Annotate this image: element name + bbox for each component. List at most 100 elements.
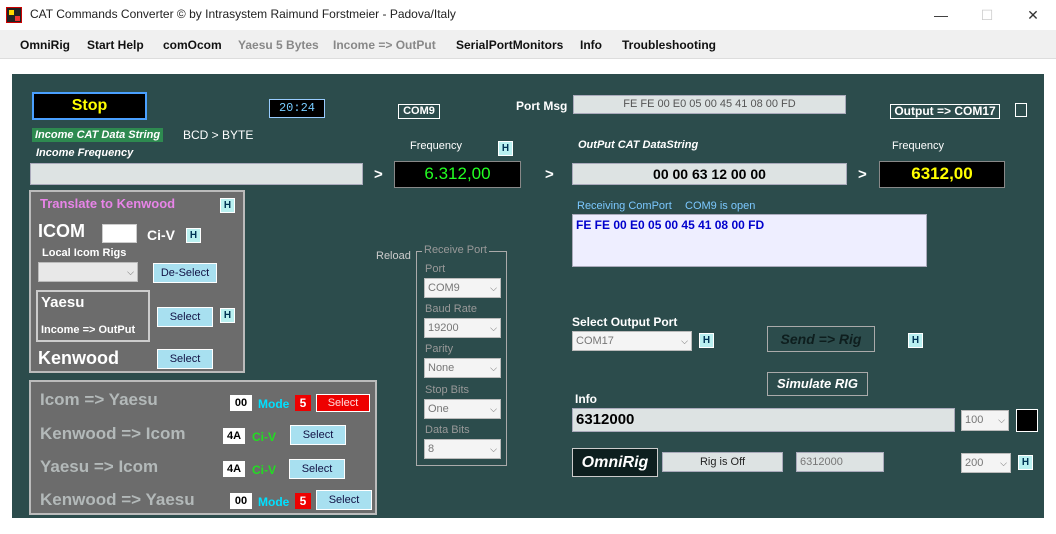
chevron-down-icon: ⌵ [490, 444, 497, 454]
output-port-combo[interactable]: COM17 ⌵ [572, 331, 692, 351]
kenwood-to-icom-label: Kenwood => Icom [40, 424, 186, 443]
output-data-string-field: 00 00 63 12 00 00 [572, 163, 847, 185]
receive-port-title: Receive Port [422, 244, 489, 256]
yaesu-h-button[interactable]: H [220, 308, 235, 323]
local-icom-rigs-combo[interactable]: ⌵ [38, 262, 138, 282]
menu-yaesu-5-bytes[interactable]: Yaesu 5 Bytes [238, 38, 319, 52]
income-data-string-label: Income CAT Data String [32, 128, 164, 142]
icom-to-yaesu-label: Icom => Yaesu [40, 390, 158, 409]
yaesu-select-button[interactable]: Select [157, 307, 213, 327]
baud-rate-label: Baud Rate [425, 303, 477, 315]
rig-frequency-field: 6312000 [796, 452, 884, 472]
info-label: Info [575, 392, 597, 406]
stop-button[interactable]: Stop [32, 92, 147, 120]
kenwood-to-yaesu-mode: Mode [258, 495, 290, 509]
app-icon [6, 7, 22, 23]
income-output-label: Income => OutPut [41, 324, 136, 336]
arrow-2: > [545, 166, 554, 183]
menu-serial-port-monitors[interactable]: SerialPortMonitors [456, 38, 563, 52]
icom-to-yaesu-mode-number: 5 [295, 395, 311, 411]
chevron-down-icon: ⌵ [490, 404, 497, 414]
civ-label: Ci-V [147, 227, 175, 243]
bcd-byte-label: BCD > BYTE [183, 128, 254, 142]
yaesu-label: Yaesu [41, 294, 85, 311]
omnirig-h-button[interactable]: H [1018, 455, 1033, 470]
stop-bits-label: Stop Bits [425, 384, 470, 396]
icom-h-button[interactable]: H [186, 228, 201, 243]
chevron-down-icon: ⌵ [127, 267, 134, 277]
output-frequency-display: 6312,00 [879, 161, 1005, 188]
kenwood-select-button[interactable]: Select [157, 349, 213, 369]
translate-h-button[interactable]: H [220, 198, 235, 213]
color-indicator [1016, 409, 1038, 432]
stop-bits-combo[interactable]: One ⌵ [424, 399, 501, 419]
income-frequency-caption: Frequency [410, 140, 462, 152]
data-bits-label: Data Bits [425, 424, 470, 436]
menu-bar: OmniRig Start Help comOcom Yaesu 5 Bytes… [0, 30, 1056, 59]
combo-200[interactable]: 200 ⌵ [961, 453, 1011, 473]
data-bits-combo[interactable]: 8 ⌵ [424, 439, 501, 459]
output-port-h-button[interactable]: H [699, 333, 714, 348]
menu-comocom[interactable]: comOcom [163, 38, 222, 52]
port-msg-label: Port Msg [516, 99, 568, 113]
icom-to-yaesu-code: 00 [230, 395, 252, 411]
maximize-button[interactable]: ☐ [964, 0, 1010, 30]
yaesu-to-icom-mode: Ci-V [252, 463, 276, 477]
omnirig-button[interactable]: OmniRig [572, 448, 658, 477]
kenwood-to-icom-code: 4A [223, 428, 245, 444]
kenwood-to-icom-mode: Ci-V [252, 430, 276, 444]
port-label: Port [425, 263, 446, 275]
reload-label[interactable]: Reload [376, 250, 411, 262]
received-messages-box[interactable]: FE FE 00 E0 05 00 45 41 08 00 FD [572, 214, 927, 267]
kenwood-to-yaesu-code: 00 [230, 493, 252, 509]
send-h-button[interactable]: H [908, 333, 923, 348]
output-com-label: Output => COM17 [890, 104, 1000, 119]
menu-omnirig[interactable]: OmniRig [20, 38, 70, 52]
parity-combo[interactable]: None ⌵ [424, 358, 501, 378]
deselect-button[interactable]: De-Select [153, 263, 217, 283]
parity-label: Parity [425, 343, 454, 355]
simulate-rig-button[interactable]: Simulate RIG [767, 372, 868, 396]
icom-label: ICOM [38, 221, 85, 241]
civ-address-input[interactable] [102, 224, 137, 243]
menu-start-help[interactable]: Start Help [87, 38, 144, 52]
yaesu-to-icom-select-button[interactable]: Select [289, 459, 345, 479]
minimize-button[interactable]: — [918, 0, 964, 30]
input-com-label: COM9 [398, 104, 440, 119]
combo-100[interactable]: 100 ⌵ [961, 410, 1009, 431]
kenwood-label: Kenwood [38, 348, 119, 368]
chevron-down-icon: ⌵ [490, 323, 497, 333]
income-frequency-label: Income Frequency [36, 147, 134, 159]
rig-status-field: Rig is Off [662, 452, 783, 472]
chevron-down-icon: ⌵ [490, 363, 497, 373]
port-combo[interactable]: COM9 ⌵ [424, 278, 501, 298]
icom-to-yaesu-select-button[interactable]: Select [316, 394, 370, 412]
menu-troubleshooting[interactable]: Troubleshooting [622, 38, 716, 52]
income-h-button[interactable]: H [498, 141, 513, 156]
menu-info[interactable]: Info [580, 38, 602, 52]
income-frequency-display: 6.312,00 [394, 161, 521, 188]
income-data-field[interactable] [30, 163, 363, 185]
icom-to-yaesu-mode: Mode [258, 397, 290, 411]
arrow-1: > [374, 166, 383, 183]
title-bar: CAT Commands Converter © by Intrasystem … [0, 0, 1056, 30]
output-checkbox[interactable] [1015, 103, 1027, 117]
select-output-port-label: Select Output Port [572, 315, 678, 329]
close-button[interactable]: ✕ [1010, 0, 1056, 30]
kenwood-to-yaesu-select-button[interactable]: Select [316, 490, 372, 510]
window-title: CAT Commands Converter © by Intrasystem … [30, 7, 456, 21]
port-msg-field: FE FE 00 E0 05 00 45 41 08 00 FD [573, 95, 846, 114]
translate-title: Translate to Kenwood [40, 196, 176, 211]
menu-income-output[interactable]: Income => OutPut [333, 38, 436, 52]
send-to-rig-button[interactable]: Send => Rig [767, 326, 875, 352]
output-data-string-label: OutPut CAT DataString [578, 139, 699, 151]
baud-rate-combo[interactable]: 19200 ⌵ [424, 318, 501, 338]
kenwood-to-icom-select-button[interactable]: Select [290, 425, 346, 445]
chevron-down-icon: ⌵ [1000, 458, 1007, 468]
chevron-down-icon: ⌵ [998, 415, 1005, 425]
local-icom-rigs-label: Local Icom Rigs [42, 247, 127, 259]
yaesu-to-icom-label: Yaesu => Icom [40, 457, 159, 476]
kenwood-to-yaesu-label: Kenwood => Yaesu [40, 490, 195, 509]
output-frequency-caption: Frequency [892, 140, 944, 152]
chevron-down-icon: ⌵ [681, 336, 688, 346]
